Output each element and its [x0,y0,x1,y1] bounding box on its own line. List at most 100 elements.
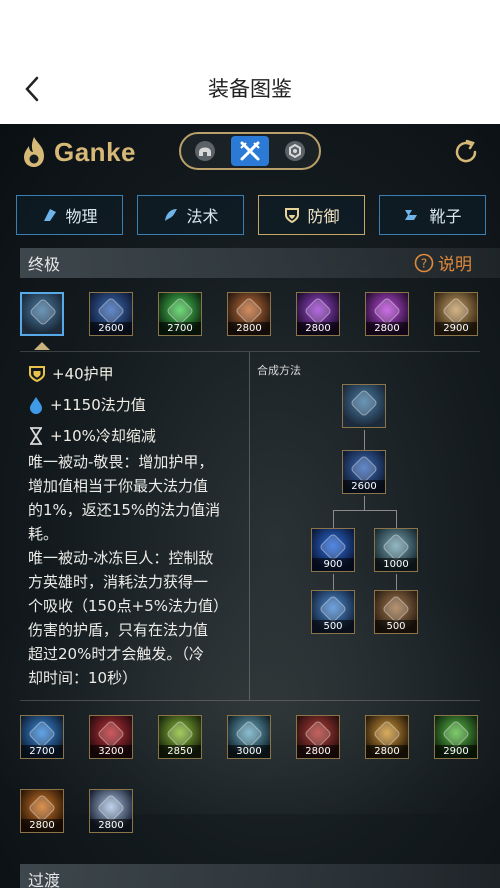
item-tile[interactable]: 2800 [296,715,340,759]
item-stats: +40护甲 +1150法力值 +10%冷却缩减 [28,358,156,451]
item-art [349,388,379,418]
item-art [318,532,348,562]
section-transition: 过渡 [20,864,500,888]
divider [20,700,480,701]
item-art [234,296,264,326]
item-art [96,296,126,326]
item-tile[interactable]: 2800 [365,715,409,759]
item-cost: 2600 [343,480,385,493]
stat-text: +1150法力值 [50,396,146,414]
refresh-icon[interactable] [452,138,480,166]
item-cost: 2800 [21,819,63,832]
item-cost: 2800 [366,322,408,335]
item-tile[interactable] [20,292,64,336]
mana-drop-icon [30,396,42,414]
shield-stat-icon [29,365,45,382]
page-title: 装备图鉴 [208,77,292,101]
tab-defense[interactable]: 防御 [258,195,365,235]
tab-physical[interactable]: 物理 [16,195,123,235]
stat-cooldown: +10%冷却缩减 [28,420,156,451]
recipe-item[interactable]: 900 [311,528,355,572]
item-art [165,719,195,749]
stat-mana: +1150法力值 [28,389,156,420]
item-tile[interactable]: 2800 [227,292,271,336]
item-art [441,719,471,749]
item-art [318,594,348,624]
item-tile[interactable]: 2800 [20,789,64,833]
item-cost: 900 [312,558,354,571]
help-icon: ? [414,253,434,272]
hexagon-icon[interactable] [279,137,311,165]
item-cost: 2850 [159,745,201,758]
category-tabs: 物理 法术 防御 靴子 [16,195,486,235]
item-tile[interactable]: 2700 [158,292,202,336]
item-cost: 2800 [297,745,339,758]
boots-icon [405,210,418,220]
magic-icon [165,209,178,221]
item-art [303,296,333,326]
tab-label: 防御 [307,207,340,226]
tree-connector [364,430,365,450]
physical-icon [44,209,57,221]
crossed-swords-icon[interactable] [231,136,269,166]
helmet-icon[interactable] [189,137,221,165]
item-art [96,719,126,749]
stat-armor: +40护甲 [28,358,156,389]
item-art [381,532,411,562]
item-cost: 2700 [21,745,63,758]
svg-text:?: ? [421,256,427,270]
item-cost: 2700 [159,322,201,335]
item-tile[interactable]: 2850 [158,715,202,759]
item-art [27,793,57,823]
recipe-item[interactable]: 2600 [342,450,386,494]
tree-connector [333,510,396,511]
divider [249,352,250,700]
tab-label: 靴子 [429,207,462,226]
item-art [372,719,402,749]
stat-text: +40护甲 [52,365,114,383]
divider [20,351,480,352]
section-title: 终极 [28,255,61,274]
item-art [27,719,57,749]
item-art [349,454,379,484]
item-art [96,793,126,823]
recipe-item[interactable] [342,384,386,428]
recipe-item[interactable]: 500 [311,590,355,634]
tab-label: 法术 [186,207,219,226]
tree-connector [396,574,397,590]
stat-text: +10%冷却缩减 [50,427,156,445]
item-cost: 2900 [435,322,477,335]
tab-label: 物理 [65,207,98,226]
tree-connector [333,574,334,590]
item-tile[interactable]: 2600 [89,292,133,336]
item-cost: 2900 [435,745,477,758]
recipe-item[interactable]: 500 [374,590,418,634]
tab-boots[interactable]: 靴子 [379,195,486,235]
explain-button[interactable]: ? 说明 [414,250,472,275]
tree-connector [333,510,334,528]
item-art [372,296,402,326]
item-cost: 2800 [228,322,270,335]
selected-caret [34,342,50,350]
item-tile[interactable]: 2900 [434,715,478,759]
item-tile[interactable]: 2900 [434,292,478,336]
item-tile[interactable]: 2800 [89,789,133,833]
recipe-item[interactable]: 1000 [374,528,418,572]
tree-connector [396,510,397,528]
item-description: 唯一被动-敬畏：增加护甲， 增加值相当于你最大法力值 的1%，返还15%的法力值… [28,453,228,687]
recipe-label: 合成方法 [257,364,301,377]
tab-magic[interactable]: 法术 [137,195,244,235]
item-tile[interactable]: 3000 [227,715,271,759]
item-cost: 500 [375,620,417,633]
item-art [381,594,411,624]
item-art [234,719,264,749]
item-cost: 2800 [366,745,408,758]
item-codex-panel: Ganke 物理 法术 防御 靴子 终极 ? 说明 2600 2700 2800… [0,124,500,888]
item-tile[interactable]: 2700 [20,715,64,759]
item-art [28,297,58,327]
item-tile[interactable]: 2800 [296,292,340,336]
tree-connector [364,496,365,510]
item-tile[interactable]: 3200 [89,715,133,759]
item-art [303,719,333,749]
item-tile[interactable]: 2800 [365,292,409,336]
